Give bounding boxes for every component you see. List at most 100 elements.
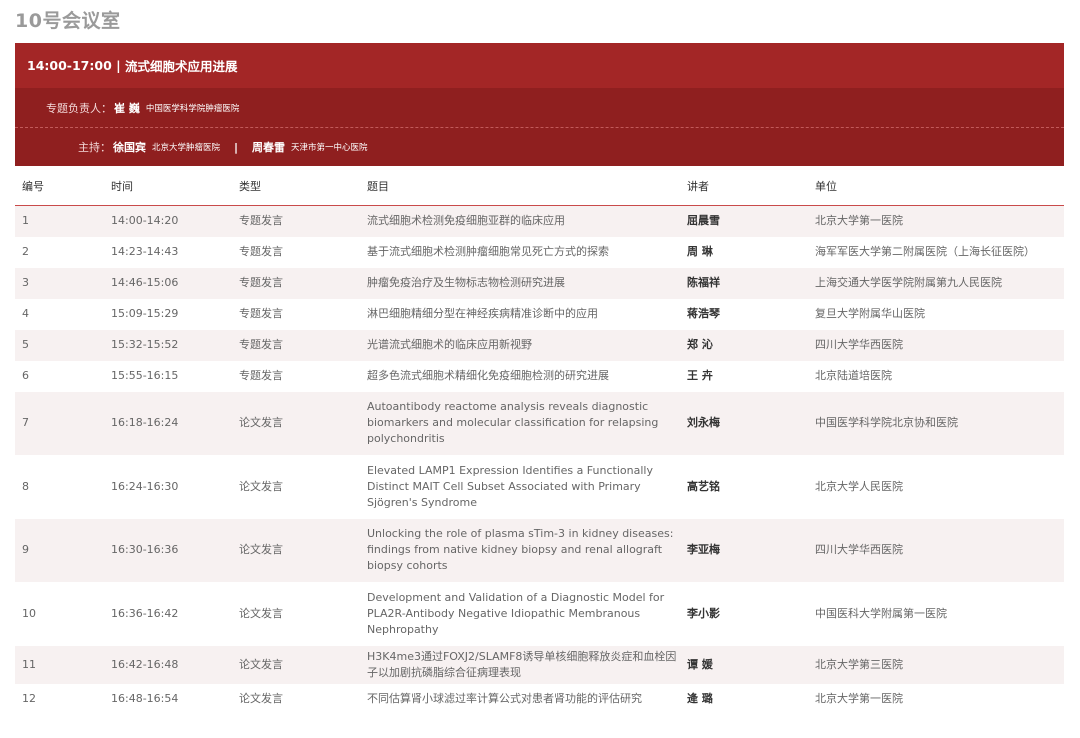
table-header-row: 编号 时间 类型 题目 讲者 单位 bbox=[15, 166, 1064, 206]
session-time: 14:00-17:00 bbox=[27, 58, 112, 73]
leader-org: 中国医学科学院肿瘤医院 bbox=[145, 103, 240, 114]
col-header-type: 类型 bbox=[232, 166, 360, 206]
cell-type: 论文发言 bbox=[232, 391, 360, 455]
cell-time: 16:36-16:42 bbox=[104, 582, 232, 646]
cell-type: 论文发言 bbox=[232, 518, 360, 582]
cell-org: 四川大学华西医院 bbox=[808, 518, 1064, 582]
cell-org: 海军军医大学第二附属医院（上海长征医院） bbox=[808, 236, 1064, 268]
table-row: 12 16:48-16:54 论文发言 不同估算肾小球滤过率计算公式对患者肾功能的评估… bbox=[15, 683, 1064, 715]
cell-time: 15:32-15:52 bbox=[104, 329, 232, 361]
host1-name: 徐国宾 bbox=[113, 141, 146, 154]
cell-time: 15:55-16:15 bbox=[104, 360, 232, 392]
cell-time: 15:09-15:29 bbox=[104, 298, 232, 330]
table-row: 11 16:42-16:48 论文发言 H3K4me3通过FOXJ2/SLAMF8诱导… bbox=[15, 645, 1064, 684]
host1-org: 北京大学肿瘤医院 bbox=[152, 143, 221, 153]
cell-no: 3 bbox=[15, 267, 104, 299]
cell-title: Elevated LAMP1 Expression Identifies a F… bbox=[360, 455, 680, 519]
cell-title: Unlocking the role of plasma sTim-3 in k… bbox=[360, 518, 680, 582]
cell-title: Autoantibody reactome analysis reveals d… bbox=[360, 391, 680, 455]
cell-title: 淋巴细胞精细分型在神经疾病精准诊断中的应用 bbox=[360, 298, 680, 330]
table-row: 1 14:00-14:20 专题发言 流式细胞术检测免疫细胞亚群的临床应用 屈晨雪 北京大… bbox=[15, 205, 1064, 237]
cell-org: 北京大学第三医院 bbox=[808, 645, 1064, 684]
cell-no: 7 bbox=[15, 391, 104, 455]
cell-no: 5 bbox=[15, 329, 104, 361]
cell-type: 论文发言 bbox=[232, 455, 360, 519]
session-leader-row: 专题负责人： 崔 巍 中国医学科学院肿瘤医院 bbox=[15, 88, 1064, 128]
schedule-table: 编号 时间 类型 题目 讲者 单位 1 14:00-14:20 专题发言 流式细胞术检… bbox=[15, 166, 1064, 715]
table-row: 3 14:46-15:06 专题发言 肿瘤免疫治疗及生物标志物检测研究进展 陈福祥 上海交… bbox=[15, 267, 1064, 299]
cell-org: 中国医科大学附属第一医院 bbox=[808, 582, 1064, 646]
cell-title: H3K4me3通过FOXJ2/SLAMF8诱导单核细胞释放炎症和血栓因子以加剧抗… bbox=[360, 645, 680, 684]
cell-type: 专题发言 bbox=[232, 236, 360, 268]
cell-title: 不同估算肾小球滤过率计算公式对患者肾功能的评估研究 bbox=[360, 683, 680, 715]
table-row: 10 16:36-16:42 论文发言 Development and Validat… bbox=[15, 582, 1064, 646]
cell-type: 专题发言 bbox=[232, 360, 360, 392]
cell-type: 专题发言 bbox=[232, 267, 360, 299]
session-divider: | bbox=[111, 58, 126, 73]
cell-org: 北京陆道培医院 bbox=[808, 360, 1064, 392]
cell-speaker: 逄 璐 bbox=[680, 683, 808, 715]
cell-time: 16:18-16:24 bbox=[104, 391, 232, 455]
cell-time: 16:42-16:48 bbox=[104, 645, 232, 684]
cell-org: 北京大学第一医院 bbox=[808, 683, 1064, 715]
cell-speaker: 刘永梅 bbox=[680, 391, 808, 455]
cell-time: 14:00-14:20 bbox=[104, 205, 232, 237]
cell-time: 16:30-16:36 bbox=[104, 518, 232, 582]
cell-title: 流式细胞术检测免疫细胞亚群的临床应用 bbox=[360, 205, 680, 237]
room-title: 10号会议室 bbox=[15, 10, 121, 32]
session-header: 14:00-17:00 | 流式细胞术应用进展 bbox=[15, 43, 1064, 88]
cell-org: 复旦大学附属华山医院 bbox=[808, 298, 1064, 330]
session-title: 流式细胞术应用进展 bbox=[125, 59, 238, 74]
cell-speaker: 陈福祥 bbox=[680, 267, 808, 299]
cell-title: 肿瘤免疫治疗及生物标志物检测研究进展 bbox=[360, 267, 680, 299]
cell-org: 四川大学华西医院 bbox=[808, 329, 1064, 361]
cell-type: 论文发言 bbox=[232, 645, 360, 684]
cell-speaker: 李亚梅 bbox=[680, 518, 808, 582]
cell-no: 1 bbox=[15, 205, 104, 237]
leader-label: 专题负责人： bbox=[46, 101, 112, 115]
cell-type: 专题发言 bbox=[232, 329, 360, 361]
cell-time: 16:24-16:30 bbox=[104, 455, 232, 519]
cell-type: 专题发言 bbox=[232, 205, 360, 237]
cell-speaker: 谭 媛 bbox=[680, 645, 808, 684]
table-row: 2 14:23-14:43 专题发言 基于流式细胞术检测肿瘤细胞常见死亡方式的探索周 … bbox=[15, 236, 1064, 268]
cell-speaker: 王 卉 bbox=[680, 360, 808, 392]
host2-name: 周春雷 bbox=[252, 141, 286, 154]
col-header-org: 单位 bbox=[808, 166, 1064, 206]
host-label: 主持： bbox=[78, 141, 111, 154]
cell-time: 16:48-16:54 bbox=[104, 683, 232, 715]
cell-no: 11 bbox=[15, 645, 104, 684]
cell-title: Development and Validation of a Diagnost… bbox=[360, 582, 680, 646]
cell-speaker: 周 琳 bbox=[680, 236, 808, 268]
cell-no: 12 bbox=[15, 683, 104, 715]
cell-no: 8 bbox=[15, 455, 104, 519]
col-header-title: 题目 bbox=[360, 166, 680, 206]
cell-speaker: 高艺铭 bbox=[680, 455, 808, 519]
col-header-speaker: 讲者 bbox=[680, 166, 808, 206]
cell-speaker: 蒋浩琴 bbox=[680, 298, 808, 330]
cell-type: 论文发言 bbox=[232, 683, 360, 715]
col-header-no: 编号 bbox=[15, 166, 104, 206]
cell-org: 北京大学第一医院 bbox=[808, 205, 1064, 237]
cell-title: 光谱流式细胞术的临床应用新视野 bbox=[360, 329, 680, 361]
cell-no: 4 bbox=[15, 298, 104, 330]
cell-time: 14:23-14:43 bbox=[104, 236, 232, 268]
session-panel: 14:00-17:00 | 流式细胞术应用进展 专题负责人： 崔 巍 中国医学科… bbox=[15, 43, 1064, 715]
cell-type: 论文发言 bbox=[232, 582, 360, 646]
cell-no: 9 bbox=[15, 518, 104, 582]
cell-title: 基于流式细胞术检测肿瘤细胞常见死亡方式的探索 bbox=[360, 236, 680, 268]
table-row: 4 15:09-15:29 专题发言 淋巴细胞精细分型在神经疾病精准诊断中的应用 蒋浩琴… bbox=[15, 298, 1064, 330]
cell-type: 专题发言 bbox=[232, 298, 360, 330]
table-row: 9 16:30-16:36 论文发言 Unlocking the role of pl… bbox=[15, 518, 1064, 582]
cell-no: 10 bbox=[15, 582, 104, 646]
cell-org: 上海交通大学医学院附属第九人民医院 bbox=[808, 267, 1064, 299]
cell-speaker: 李小影 bbox=[680, 582, 808, 646]
cell-org: 中国医学科学院北京协和医院 bbox=[808, 391, 1064, 455]
cell-title: 超多色流式细胞术精细化免疫细胞检测的研究进展 bbox=[360, 360, 680, 392]
leader-name: 崔 巍 bbox=[114, 101, 140, 115]
cell-no: 2 bbox=[15, 236, 104, 268]
cell-org: 北京大学人民医院 bbox=[808, 455, 1064, 519]
table-row: 6 15:55-16:15 专题发言 超多色流式细胞术精细化免疫细胞检测的研究进展王 … bbox=[15, 360, 1064, 392]
session-host-row: 主持： 徐国宾 北京大学肿瘤医院 | 周春雷 天津市第一中心医院 bbox=[15, 128, 1064, 166]
table-row: 8 16:24-16:30 论文发言 Elevated LAMP1 Expressio… bbox=[15, 455, 1064, 519]
